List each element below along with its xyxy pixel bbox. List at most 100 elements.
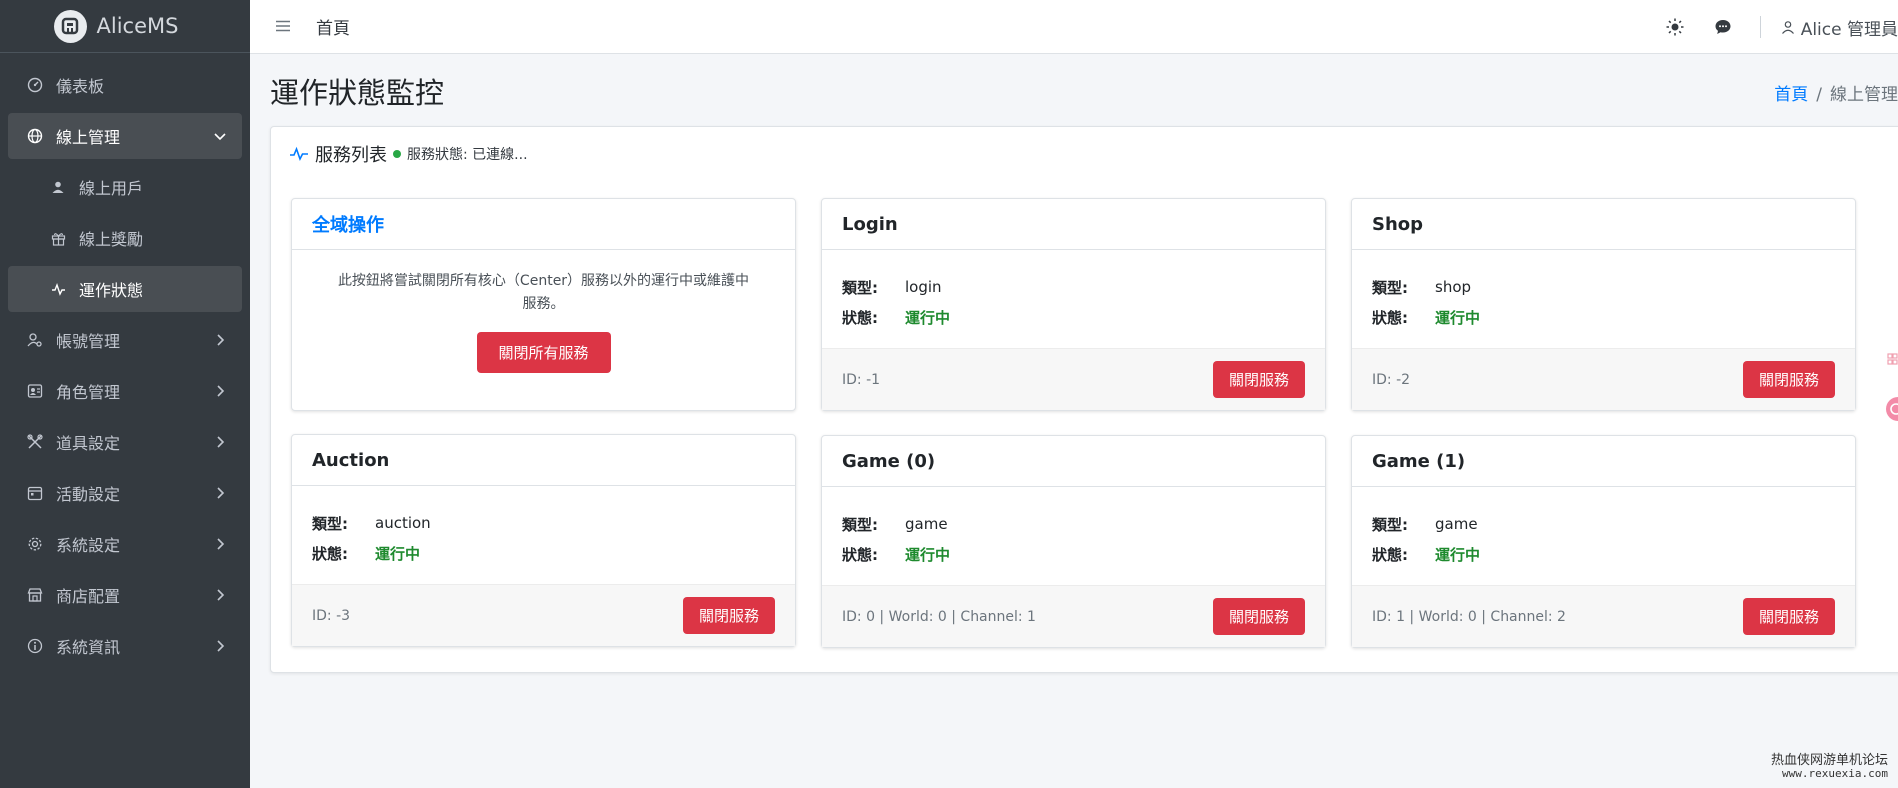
app-name: AliceMS xyxy=(96,14,179,38)
header-divider xyxy=(1759,16,1761,38)
card-title: 全域操作 xyxy=(292,199,795,250)
sidebar-item-label: 活動設定 xyxy=(56,485,121,504)
card-footer: ID: -3 關閉服務 xyxy=(292,584,795,646)
service-id: ID: -3 xyxy=(312,607,351,624)
card-title: Game (1) xyxy=(1352,436,1855,487)
sidebar-item-label: 商店配置 xyxy=(56,587,121,606)
floating-action-icon[interactable] xyxy=(1884,396,1898,422)
card-title: Auction xyxy=(292,435,795,486)
sidebar-item-dashboard[interactable]: 儀表板 xyxy=(8,62,242,108)
status-label: 狀態: xyxy=(1372,545,1408,564)
status-value: 運行中 xyxy=(1435,545,1481,564)
global-operations-card: 全域操作 此按鈕將嘗試關閉所有核心（Center）服務以外的運行中或維護中服務。… xyxy=(291,198,796,411)
status-value: 運行中 xyxy=(905,545,951,564)
sidebar-item-system-settings[interactable]: 系統設定 xyxy=(8,521,242,567)
tools-icon xyxy=(25,432,45,452)
type-label: 類型: xyxy=(842,278,878,297)
status-label: 狀態: xyxy=(1372,308,1408,327)
type-label: 類型: xyxy=(1372,278,1408,297)
gift-icon xyxy=(48,228,68,248)
sun-icon[interactable] xyxy=(1664,16,1686,38)
close-all-services-button[interactable]: 關閉所有服務 xyxy=(476,332,611,373)
sidebar-item-shop-config[interactable]: 商店配置 xyxy=(8,572,242,618)
close-service-button[interactable]: 關閉服務 xyxy=(1742,598,1835,635)
card-title: Shop xyxy=(1352,199,1855,250)
type-label: 類型: xyxy=(1372,515,1408,534)
sidebar-item-accounts[interactable]: 帳號管理 xyxy=(8,317,242,363)
brand[interactable]: AliceMS xyxy=(0,0,250,53)
status-label: 狀態: xyxy=(312,544,348,563)
sidebar-item-characters[interactable]: 角色管理 xyxy=(8,368,242,414)
sidebar-item-label: 線上用戶 xyxy=(79,179,144,198)
sidebar-item-online-users[interactable]: 線上用戶 xyxy=(8,164,242,210)
card-footer: ID: 1 | World: 0 | Channel: 2 關閉服務 xyxy=(1352,585,1855,647)
card-body: 類型: game 狀態: 運行中 xyxy=(822,487,1325,569)
type-label: 類型: xyxy=(842,515,878,534)
card-footer: ID: 0 | World: 0 | Channel: 1 關閉服務 xyxy=(822,585,1325,647)
chevron-right-icon xyxy=(217,385,225,397)
sidebar-item-service-status[interactable]: 運作狀態 xyxy=(8,266,242,312)
close-service-button[interactable]: 關閉服務 xyxy=(1212,598,1305,635)
user-gear-icon xyxy=(25,330,45,350)
breadcrumb-home-link[interactable]: 首頁 xyxy=(1774,85,1808,105)
service-card-auction: Auction 類型: auction 狀態: 運行中 ID: -3 關閉服務 xyxy=(291,434,796,647)
sidebar-item-label: 角色管理 xyxy=(56,383,121,402)
top-navbar: 首頁 Alice 管理員 xyxy=(250,0,1898,54)
chevron-right-icon xyxy=(217,538,225,550)
sidebar-item-label: 帳號管理 xyxy=(56,332,121,351)
sidebar-item-items[interactable]: 道具設定 xyxy=(8,419,242,465)
card-body: 類型: login 狀態: 運行中 xyxy=(822,250,1325,332)
menu-toggle-icon[interactable] xyxy=(276,17,290,37)
chevron-right-icon xyxy=(217,640,225,652)
calendar-icon xyxy=(25,483,45,503)
sidebar-nav: 儀表板 線上管理 線上用戶 線上獎勵 運作狀態 帳號管理 角色管理 道具設定 活… xyxy=(0,53,250,669)
close-service-button[interactable]: 關閉服務 xyxy=(1212,361,1305,398)
sidebar-item-online-rewards[interactable]: 線上獎勵 xyxy=(8,215,242,261)
connection-status-dot xyxy=(393,150,401,158)
chevron-right-icon xyxy=(217,487,225,499)
sidebar-item-system-info[interactable]: 系統資訊 xyxy=(8,623,242,669)
pulse-icon xyxy=(48,279,68,299)
service-card-game-0: Game (0) 類型: game 狀態: 運行中 ID: 0 | World: 0… xyxy=(821,435,1326,648)
close-service-button[interactable]: 關閉服務 xyxy=(1742,361,1835,398)
breadcrumb-current: 線上管理 xyxy=(1830,85,1898,105)
watermark-line1: 热血侠网游单机论坛 xyxy=(1770,753,1888,768)
breadcrumb-separator: / xyxy=(1816,85,1822,105)
chevron-right-icon xyxy=(217,334,225,346)
header-home-link[interactable]: 首頁 xyxy=(316,14,350,39)
type-value: shop xyxy=(1435,278,1472,296)
user-menu[interactable]: Alice 管理員 xyxy=(1781,15,1898,40)
sidebar-item-label: 儀表板 xyxy=(56,77,105,96)
chat-icon[interactable] xyxy=(1712,16,1734,38)
card-footer: ID: -1 關閉服務 xyxy=(822,348,1325,410)
sidebar-item-events[interactable]: 活動設定 xyxy=(8,470,242,516)
sidebar-item-online[interactable]: 線上管理 xyxy=(8,113,242,159)
service-list-card: 服務列表 服務狀態: 已連線... 全域操作 此按鈕將嘗試關閉所有核心（Cent… xyxy=(270,126,1898,673)
type-label: 類型: xyxy=(312,514,348,533)
shop-icon xyxy=(25,585,45,605)
sidebar-item-label: 線上獎勵 xyxy=(79,230,144,249)
watermark: 热血侠网游单机论坛 www.rexuexia.com xyxy=(1771,754,1888,780)
service-id: ID: 0 | World: 0 | Channel: 1 xyxy=(842,608,1036,625)
info-icon xyxy=(25,636,45,656)
service-list-header: 服務列表 服務狀態: 已連線... xyxy=(289,141,528,167)
sidebar-item-label: 運作狀態 xyxy=(79,281,144,300)
sidebar-item-label: 系統資訊 xyxy=(56,638,121,657)
status-value: 運行中 xyxy=(375,544,421,563)
close-service-button[interactable]: 關閉服務 xyxy=(682,597,775,634)
pulse-icon xyxy=(290,146,308,162)
header-right: Alice 管理員 xyxy=(1664,0,1898,54)
service-id: ID: -2 xyxy=(1372,371,1411,388)
user-icon xyxy=(1781,21,1794,34)
gear-icon xyxy=(25,534,45,554)
status-label: 狀態: xyxy=(842,308,878,327)
sidebar-item-label: 線上管理 xyxy=(56,128,121,147)
card-body: 類型: shop 狀態: 運行中 xyxy=(1352,250,1855,332)
chevron-down-icon xyxy=(214,133,226,141)
service-card-game-1: Game (1) 類型: game 狀態: 運行中 ID: 1 | World: 0… xyxy=(1351,435,1856,648)
service-card-login: Login 類型: login 狀態: 運行中 ID: -1 關閉服務 xyxy=(821,198,1326,411)
type-value: game xyxy=(905,515,948,533)
status-value: 運行中 xyxy=(1435,308,1481,327)
grid-widget-icon[interactable] xyxy=(1882,352,1898,368)
type-value: game xyxy=(1435,515,1478,533)
